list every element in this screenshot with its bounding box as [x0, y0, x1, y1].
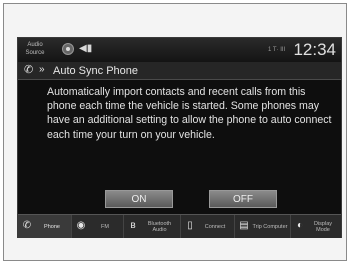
nav-item-label: FM — [101, 223, 109, 230]
off-button[interactable]: OFF — [209, 190, 277, 208]
page-frame: Audio Source ◀▮ 1 T· III 12:34 ✆ » Auto … — [3, 3, 347, 261]
phone-icon: ✆ — [24, 64, 34, 76]
nav-item-label: Bluetooth Audio — [147, 220, 172, 233]
nav-item-label: Connect — [204, 223, 226, 230]
title-bar: ✆ » Auto Sync Phone — [18, 62, 341, 80]
nav-item-connect[interactable]: ▯ Connect — [181, 215, 235, 238]
message-text: Automatically import contacts and recent… — [47, 86, 332, 141]
bottom-nav-bar: ✆ Phone ◉ FM ʙ Bluetooth Audio ▯ Connect… — [18, 214, 341, 238]
infotainment-screen: Audio Source ◀▮ 1 T· III 12:34 ✆ » Auto … — [17, 37, 342, 238]
status-bar: Audio Source ◀▮ 1 T· III 12:34 — [18, 38, 341, 62]
phone-icon: ✆ — [22, 220, 32, 231]
speaker-icon[interactable]: ◀▮ — [79, 44, 92, 54]
trip-computer-icon: ▤ — [239, 220, 249, 231]
display-mode-icon: ◐ — [296, 220, 304, 231]
on-button[interactable]: ON — [105, 190, 173, 208]
page-title: Auto Sync Phone — [53, 65, 139, 77]
nav-item-label: Trip Computer — [252, 223, 288, 230]
connect-icon: ▯ — [187, 220, 193, 231]
nav-item-label: Phone — [44, 223, 60, 230]
nav-item-display-mode[interactable]: ◐ Display Mode — [291, 215, 341, 238]
radio-icon: ◉ — [76, 220, 86, 231]
bluetooth-icon: ʙ — [130, 220, 136, 231]
nav-item-trip-computer[interactable]: ▤ Trip Computer — [235, 215, 291, 238]
radio-icon[interactable] — [62, 43, 74, 55]
signal-indicator: 1 T· III — [268, 47, 286, 53]
nav-item-bluetooth-audio[interactable]: ʙ Bluetooth Audio — [124, 215, 181, 238]
audio-source-button[interactable]: Audio Source — [23, 41, 47, 57]
chevron-icon: » — [39, 64, 45, 75]
nav-item-label: Display Mode — [313, 220, 333, 233]
nav-item-fm[interactable]: ◉ FM — [72, 215, 124, 238]
nav-item-phone[interactable]: ✆ Phone — [18, 215, 72, 238]
clock: 12:34 — [293, 40, 336, 59]
